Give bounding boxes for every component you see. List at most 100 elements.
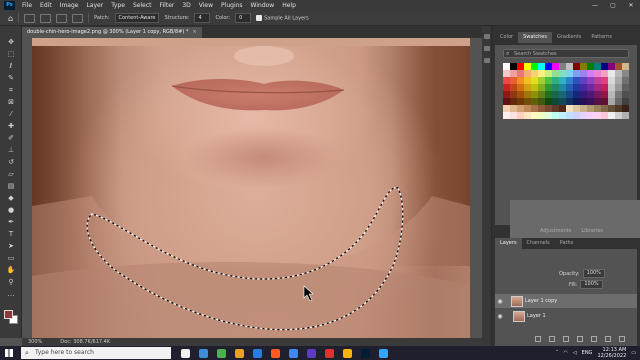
color-swatch[interactable] — [601, 105, 608, 112]
color-swatch[interactable] — [559, 105, 566, 112]
delete-layer-icon[interactable] — [619, 336, 625, 342]
new-layer-icon[interactable] — [605, 336, 611, 342]
menu-image[interactable]: Image — [56, 2, 83, 9]
color-select[interactable]: 0 — [235, 13, 252, 23]
healing-brush-tool-icon[interactable]: ✚ — [5, 122, 17, 131]
layer-row[interactable]: ◉ Layer 1 copy — [495, 294, 637, 308]
marquee-tool-icon[interactable]: ⬚ — [5, 50, 17, 59]
color-swatch[interactable] — [531, 84, 538, 91]
color-swatch[interactable] — [566, 98, 573, 105]
color-swatch[interactable] — [615, 77, 622, 84]
opacity-input[interactable]: 100% — [582, 269, 605, 278]
color-swatch[interactable] — [573, 91, 580, 98]
color-swatch[interactable] — [517, 70, 524, 77]
color-swatch[interactable] — [622, 70, 629, 77]
color-swatch[interactable] — [524, 105, 531, 112]
color-swatch[interactable] — [552, 105, 559, 112]
windows-start-icon[interactable] — [5, 349, 13, 357]
color-swatch[interactable] — [608, 105, 615, 112]
new-selection-icon[interactable] — [40, 13, 52, 23]
color-swatch[interactable] — [503, 63, 510, 70]
taskbar-app-icon[interactable] — [307, 348, 316, 358]
subtract-selection-icon[interactable] — [72, 13, 84, 23]
color-swatch[interactable] — [566, 91, 573, 98]
color-swatch[interactable] — [538, 70, 545, 77]
color-swatch[interactable] — [517, 63, 524, 70]
color-swatch[interactable] — [594, 70, 601, 77]
color-swatch[interactable] — [608, 77, 615, 84]
menu-select[interactable]: Select — [129, 2, 156, 9]
color-swatch[interactable] — [559, 84, 566, 91]
clone-stamp-tool-icon[interactable]: ⊥ — [5, 146, 17, 155]
color-swatch[interactable] — [580, 63, 587, 70]
layer-style-icon[interactable] — [549, 336, 555, 342]
color-swatch[interactable] — [566, 63, 573, 70]
color-swatch[interactable] — [587, 105, 594, 112]
color-swatch[interactable] — [503, 98, 510, 105]
color-swatch[interactable] — [524, 77, 531, 84]
color-swatch[interactable] — [622, 91, 629, 98]
color-swatch[interactable] — [559, 112, 566, 119]
document-tab[interactable]: double-chin-hero-image2.png @ 300% (Laye… — [22, 27, 202, 38]
menu-view[interactable]: View — [195, 2, 217, 9]
color-swatch[interactable] — [552, 112, 559, 119]
taskbar-app-icon[interactable] — [217, 348, 226, 358]
color-swatch[interactable] — [524, 63, 531, 70]
color-swatch[interactable] — [531, 77, 538, 84]
minimize-button[interactable]: — — [586, 0, 604, 11]
color-swatch[interactable] — [503, 112, 510, 119]
color-swatch[interactable] — [587, 98, 594, 105]
color-swatch[interactable] — [545, 84, 552, 91]
color-swatch[interactable] — [615, 70, 622, 77]
color-swatch[interactable] — [559, 70, 566, 77]
color-swatch[interactable] — [594, 105, 601, 112]
color-swatch[interactable] — [545, 63, 552, 70]
tab-swatches[interactable]: Swatches — [518, 32, 552, 43]
color-swatch[interactable] — [559, 63, 566, 70]
zoom-level[interactable]: 300% — [28, 338, 42, 346]
color-swatch[interactable] — [580, 77, 587, 84]
color-swatch[interactable] — [587, 77, 594, 84]
color-swatch[interactable] — [601, 98, 608, 105]
color-swatch[interactable] — [552, 70, 559, 77]
taskbar-app-icon[interactable] — [181, 348, 190, 358]
type-tool-icon[interactable]: T — [5, 230, 17, 239]
color-swatch[interactable] — [580, 91, 587, 98]
sample-all-layers-checkbox[interactable]: Sample All Layers — [256, 14, 309, 21]
color-swatch[interactable] — [587, 84, 594, 91]
add-selection-icon[interactable] — [56, 13, 68, 23]
layer-row[interactable]: ◉ Layer 1 — [495, 309, 637, 323]
color-swatch[interactable] — [517, 77, 524, 84]
tab-libraries[interactable]: Libraries — [576, 226, 608, 237]
color-swatch[interactable] — [538, 63, 545, 70]
document-canvas[interactable] — [32, 46, 470, 338]
color-swatch[interactable] — [545, 105, 552, 112]
color-swatch[interactable] — [587, 112, 594, 119]
opacity-control[interactable]: Opacity: 100% — [559, 269, 605, 278]
color-swatch[interactable] — [538, 77, 545, 84]
color-swatch[interactable] — [615, 63, 622, 70]
taskbar-app-icon[interactable] — [253, 348, 262, 358]
color-swatch[interactable] — [594, 63, 601, 70]
path-select-tool-icon[interactable]: ➤ — [5, 242, 17, 251]
menu-layer[interactable]: Layer — [82, 2, 107, 9]
color-swatch[interactable] — [615, 91, 622, 98]
color-swatch[interactable] — [573, 98, 580, 105]
pen-tool-icon[interactable]: ✒ — [5, 218, 17, 227]
color-swatch[interactable] — [552, 98, 559, 105]
taskbar-app-icon[interactable] — [361, 348, 370, 358]
color-swatch[interactable] — [552, 84, 559, 91]
color-swatch[interactable] — [559, 91, 566, 98]
volume-icon[interactable]: ◁ — [573, 350, 577, 356]
color-swatch[interactable] — [510, 84, 517, 91]
color-swatch[interactable] — [594, 77, 601, 84]
color-swatch[interactable] — [573, 70, 580, 77]
color-swatch[interactable] — [524, 98, 531, 105]
color-swatch[interactable] — [608, 84, 615, 91]
color-swatch[interactable] — [510, 112, 517, 119]
color-swatch[interactable] — [510, 63, 517, 70]
color-swatch[interactable] — [587, 63, 594, 70]
history-panel-icon[interactable] — [484, 34, 490, 39]
color-swatch[interactable] — [503, 77, 510, 84]
taskbar-app-icon[interactable] — [271, 348, 280, 358]
